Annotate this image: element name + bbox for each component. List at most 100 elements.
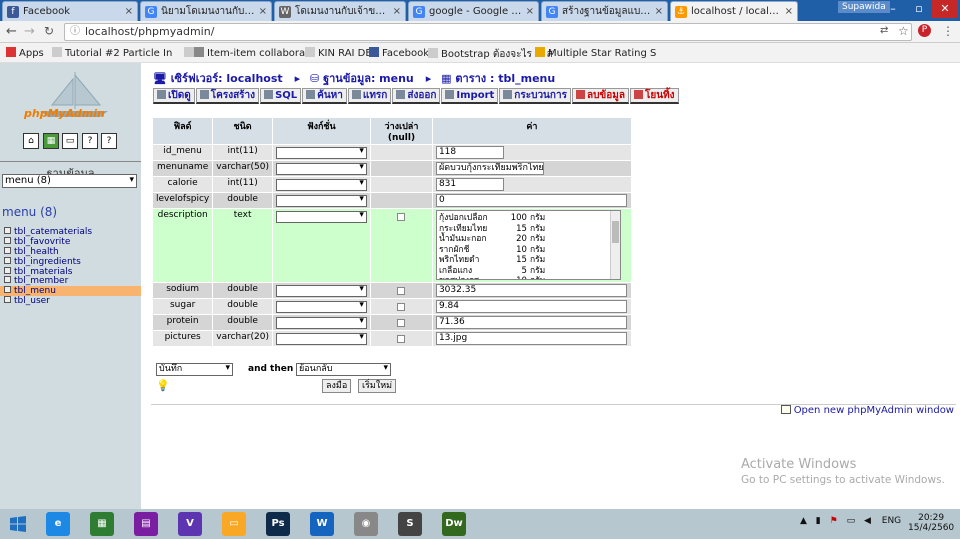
close-tab-icon[interactable]: × xyxy=(259,6,267,17)
function-select[interactable] xyxy=(275,300,367,313)
close-tab-icon[interactable]: × xyxy=(785,6,793,17)
table-tab[interactable]: แทรก xyxy=(347,88,392,104)
reset-button[interactable]: เริ่มใหม่ xyxy=(358,379,397,393)
file-explorer-icon[interactable]: ▭ xyxy=(222,512,246,536)
description-textarea[interactable]: กุ้งปอกเปลือก 100 กรัม กระเทียมไทย 15 กรัม น้ำ… xyxy=(435,210,621,280)
bookmark-item[interactable]: Facebook xyxy=(369,47,429,59)
go-button[interactable]: ลงมือ xyxy=(322,379,352,393)
browser-tab[interactable]: G นิยามโดเมนงานกับเจ้าของงานสูง× xyxy=(140,1,272,21)
browser-tab[interactable]: f Facebook × xyxy=(2,1,138,21)
language-indicator[interactable]: ENG xyxy=(882,516,901,526)
value-input[interactable]: 3032.35 xyxy=(435,284,627,297)
browser-tab[interactable]: G สร้างฐานข้อมูลแบบฟิลด์เดียว× xyxy=(541,1,668,21)
clock[interactable]: 20:29 15/4/2560 xyxy=(908,513,954,533)
browser-tab[interactable]: W โดเมนงานกับเจ้าของสูง - วิกิ× xyxy=(274,1,406,21)
bookmark-star-icon[interactable]: ☆ xyxy=(898,24,909,38)
bookmark-item[interactable]: Apps xyxy=(6,47,44,59)
winrar-icon[interactable]: ▤ xyxy=(134,512,158,536)
visual-studio-icon[interactable]: V xyxy=(178,512,202,536)
bookmark-item[interactable]: Tutorial #2 Particle In xyxy=(52,47,172,59)
home-icon[interactable]: ⌂ xyxy=(23,133,39,149)
breadcrumb-server[interactable]: 🖥 เซิร์ฟเวอร์: localhost xyxy=(153,72,289,85)
photoshop-icon[interactable]: Ps xyxy=(266,512,290,536)
network-icon[interactable]: ▮ xyxy=(816,516,821,526)
menu-icon[interactable]: ⋮ xyxy=(942,24,954,38)
pinterest-icon[interactable]: P xyxy=(918,24,931,37)
close-window-button[interactable]: ✕ xyxy=(932,0,958,18)
bookmark-item[interactable]: KIN RAI DEE xyxy=(305,47,378,59)
close-tab-icon[interactable]: × xyxy=(125,6,133,17)
null-checkbox[interactable] xyxy=(397,213,406,221)
new-window-link[interactable]: Open new phpMyAdmin window xyxy=(780,405,954,416)
battery-icon[interactable]: ▭ xyxy=(847,516,856,526)
go-to-select[interactable]: ย้อนกลับ xyxy=(296,363,391,376)
browser-tab[interactable]: ⚓ localhost / localhost / m× xyxy=(670,1,798,21)
null-checkbox[interactable] xyxy=(397,287,406,295)
table-list-item[interactable]: tbl_favovrite xyxy=(0,236,141,247)
function-select[interactable] xyxy=(275,178,367,191)
breadcrumb-table[interactable]: ▦ ตาราง : tbl_menu xyxy=(441,72,561,85)
table-tab[interactable]: Import xyxy=(441,88,499,104)
translate-icon[interactable]: ⇄ xyxy=(880,25,888,36)
table-list-item[interactable]: tbl_ingredients xyxy=(0,256,141,267)
null-checkbox[interactable] xyxy=(397,303,406,311)
database-title[interactable]: menu (8) xyxy=(2,205,57,219)
bookmark-item[interactable]: Item-item collaborati xyxy=(194,47,312,59)
function-select[interactable] xyxy=(275,162,367,175)
scrollbar-thumb[interactable] xyxy=(611,221,619,243)
database-select[interactable]: menu (8) xyxy=(2,174,137,188)
after-insert-select[interactable]: บันทึก xyxy=(156,363,233,376)
volume-icon[interactable]: ◀ xyxy=(864,516,871,526)
flag-icon[interactable]: ⚑ xyxy=(830,516,838,526)
value-input[interactable]: ผัดบวบกุ้งกระเทียมพริกไทย xyxy=(435,162,544,175)
help-icon[interactable]: ? xyxy=(101,133,117,149)
bookmark-item[interactable]: Multiple Star Rating S xyxy=(535,47,656,59)
function-select[interactable] xyxy=(275,194,367,207)
table-tab[interactable]: โยนทิ้ง xyxy=(629,88,679,104)
table-tab[interactable]: ลบข้อมูล xyxy=(571,88,629,104)
table-list-item[interactable]: tbl_catematerials xyxy=(0,227,141,237)
table-list-item[interactable]: tbl_menu xyxy=(0,286,141,296)
value-input[interactable]: 118 xyxy=(435,146,504,159)
store-icon[interactable]: ▦ xyxy=(90,512,114,536)
value-input[interactable]: 0 xyxy=(435,194,627,207)
query-window-icon[interactable]: ▦ xyxy=(43,133,59,149)
table-list-item[interactable]: tbl_materials xyxy=(0,266,141,277)
maximize-button[interactable]: ▫ xyxy=(906,0,932,18)
start-button[interactable] xyxy=(10,516,26,532)
function-select[interactable] xyxy=(275,316,367,329)
breadcrumb-database[interactable]: ⛁ ฐานข้อมูล: menu xyxy=(310,72,420,85)
forward-icon[interactable]: → xyxy=(24,24,35,39)
sql-icon[interactable]: ▭ xyxy=(62,133,78,149)
docs-icon[interactable]: ? xyxy=(82,133,98,149)
null-checkbox[interactable] xyxy=(397,335,406,343)
ie-icon[interactable]: e xyxy=(46,512,70,536)
table-tab[interactable]: เปิดดู xyxy=(153,88,195,104)
value-input[interactable]: 71.36 xyxy=(435,316,627,329)
phpmyadmin-logo[interactable]: phpMyAdmin xyxy=(20,67,120,127)
back-icon[interactable]: ← xyxy=(6,24,17,39)
function-select[interactable] xyxy=(275,332,367,345)
value-input[interactable]: 831 xyxy=(435,178,504,191)
tray-arrow-icon[interactable]: ▲ xyxy=(800,516,807,526)
browser-tab[interactable]: Ggoogle - Google Search× xyxy=(408,1,539,21)
table-tab[interactable]: SQL xyxy=(260,88,302,104)
table-tab[interactable]: กระบวนการ xyxy=(499,88,571,104)
close-tab-icon[interactable]: × xyxy=(393,6,401,17)
table-list-item[interactable]: tbl_member xyxy=(0,276,141,286)
function-select[interactable] xyxy=(275,210,367,223)
value-input[interactable]: 13.jpg xyxy=(435,332,627,345)
textarea-scrollbar[interactable] xyxy=(609,211,620,279)
chrome-icon[interactable]: ◉ xyxy=(354,512,378,536)
dreamweaver-icon[interactable]: Dw xyxy=(442,512,466,536)
function-select[interactable] xyxy=(275,146,367,159)
table-tab[interactable]: โครงสร้าง xyxy=(195,88,260,104)
page-info-icon[interactable]: ⓘ xyxy=(70,24,80,40)
close-tab-icon[interactable]: × xyxy=(526,6,534,17)
minimize-button[interactable]: – xyxy=(880,0,906,18)
reload-icon[interactable]: ↻ xyxy=(44,24,54,38)
sublime-icon[interactable]: S xyxy=(398,512,422,536)
value-input[interactable]: 9.84 xyxy=(435,300,627,313)
address-bar[interactable]: ⓘ localhost/phpmyadmin/ xyxy=(64,23,912,41)
table-list-item[interactable]: tbl_health xyxy=(0,246,141,257)
